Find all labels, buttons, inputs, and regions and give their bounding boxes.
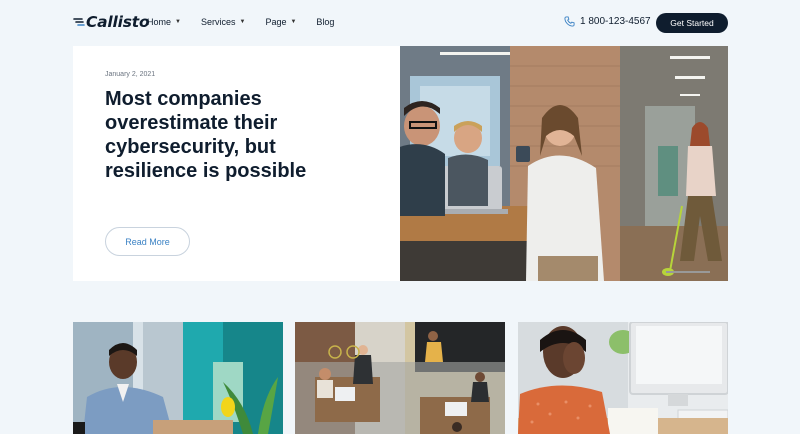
chevron-down-icon: ▼ (290, 19, 297, 25)
get-started-button[interactable]: Get Started (656, 13, 728, 33)
post-card-image[interactable] (295, 322, 505, 434)
team-meeting-photo-icon (400, 46, 728, 281)
nav-item-blog[interactable]: Blog (316, 17, 334, 27)
woman-at-computer-photo-icon (518, 322, 728, 434)
nav-item-label: Home (147, 17, 172, 27)
phone-link[interactable]: 1 800-123-4567 (564, 16, 651, 27)
logo[interactable]: Callisto (73, 13, 150, 31)
nav-item-label: Services (200, 17, 236, 27)
site-header: Callisto Home ▼ Services ▼ Page ▼ Blog 1… (0, 0, 800, 46)
nav-item-label: Page (265, 17, 287, 27)
post-card-image[interactable] (518, 322, 728, 434)
office-overhead-photo-icon (295, 322, 505, 434)
chevron-down-icon: ▼ (239, 19, 246, 25)
nav-item-label: Blog (316, 17, 335, 27)
nav-item-services[interactable]: Services ▼ (201, 17, 245, 27)
post-date: January 2, 2021 (105, 71, 156, 78)
post-title[interactable]: Most companies overestimate their cybers… (105, 87, 355, 183)
businessman-at-desk-photo-icon (73, 322, 283, 434)
phone-icon (564, 16, 575, 27)
logo-text: Callisto (86, 13, 150, 31)
featured-post-card: January 2, 2021 Most companies overestim… (73, 46, 400, 281)
logo-icon (73, 18, 85, 26)
nav-item-page[interactable]: Page ▼ (265, 17, 296, 27)
nav-item-home[interactable]: Home ▼ (147, 17, 181, 27)
featured-post-image[interactable] (400, 46, 728, 281)
main-nav: Home ▼ Services ▼ Page ▼ Blog (147, 17, 354, 27)
chevron-down-icon: ▼ (175, 19, 181, 25)
phone-number: 1 800-123-4567 (580, 16, 651, 27)
read-more-button[interactable]: Read More (105, 227, 190, 256)
post-card-image[interactable] (73, 322, 283, 434)
